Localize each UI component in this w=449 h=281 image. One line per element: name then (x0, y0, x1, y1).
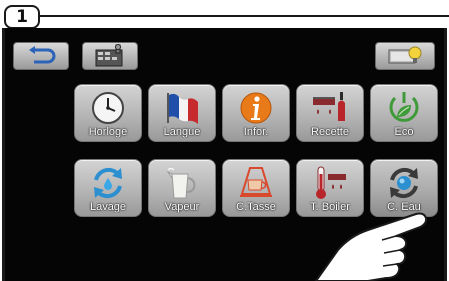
menu-settings-button[interactable] (82, 42, 138, 70)
tile-vapeur[interactable]: Vapeur (148, 159, 216, 217)
frame-top-border (40, 15, 449, 17)
tile-infor[interactable]: Infor. (222, 84, 290, 142)
menu-settings-icon (93, 44, 127, 68)
tile-label: Langue (163, 126, 201, 138)
rinse-icon (88, 164, 128, 202)
cup-heater-icon (236, 164, 276, 202)
tile-label: Vapeur (164, 201, 200, 213)
tile-label: C.Tasse (236, 201, 276, 213)
step-number-badge: 1 (4, 5, 40, 29)
recipe-icon (310, 89, 350, 127)
tile-label: Infor. (243, 126, 269, 138)
eco-mode-icon (387, 45, 423, 67)
tile-recette[interactable]: Recette (296, 84, 364, 142)
pointing-hand-icon (298, 178, 448, 281)
back-arrow-icon (26, 46, 56, 66)
eco-power-icon (384, 89, 424, 127)
tile-langue[interactable]: Langue (148, 84, 216, 142)
tile-lavage[interactable]: Lavage (74, 159, 142, 217)
tile-label: Lavage (89, 201, 127, 213)
tile-c-tasse[interactable]: C.Tasse (222, 159, 290, 217)
tile-label: Recette (311, 126, 349, 138)
tile-horloge[interactable]: Horloge (74, 84, 142, 142)
tile-eco[interactable]: Eco (370, 84, 438, 142)
french-flag-icon (162, 89, 202, 127)
info-icon (236, 89, 276, 127)
steam-jug-icon (162, 164, 202, 202)
clock-icon (88, 89, 128, 127)
eco-mode-button[interactable] (375, 42, 435, 70)
back-button[interactable] (13, 42, 69, 70)
tile-label: Horloge (88, 126, 128, 138)
tile-label: Eco (394, 126, 414, 138)
